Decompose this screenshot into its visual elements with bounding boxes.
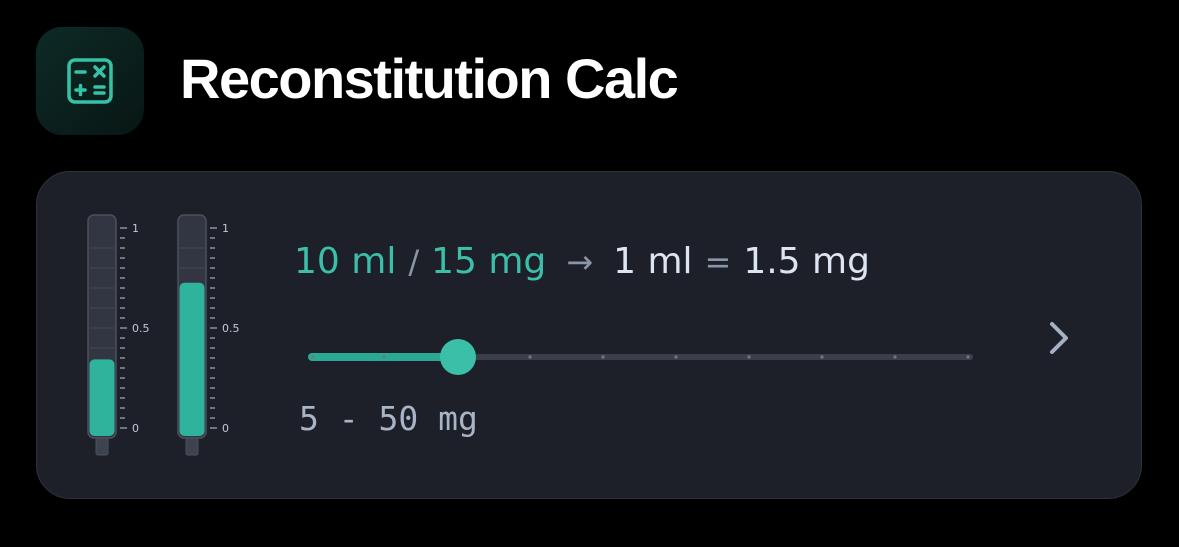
slider-thumb[interactable] xyxy=(440,339,476,375)
slider-tick xyxy=(820,355,824,359)
equals: = xyxy=(704,243,732,281)
volume-value: 10 ml xyxy=(294,241,397,282)
separator: / xyxy=(408,243,420,281)
unit-volume: 1 ml xyxy=(613,241,693,282)
scale-label: 0 xyxy=(132,422,139,435)
syringe-gauges: 10.50 10.50 xyxy=(87,214,240,456)
slider-tick xyxy=(747,355,751,359)
arrow-right-icon: → xyxy=(566,243,594,281)
syringe-2: 10.50 xyxy=(177,214,240,456)
concentration-formula: 10 ml / 15 mg → 1 ml = 1.5 mg xyxy=(294,241,870,282)
syringe-1: 10.50 xyxy=(87,214,150,456)
range-label: 5 - 50 mg xyxy=(299,399,478,438)
amount-value: 15 mg xyxy=(431,241,547,282)
scale-label: 0.5 xyxy=(132,322,150,335)
slider-tick xyxy=(528,355,532,359)
scale-label: 1 xyxy=(222,222,229,235)
scale-label: 1 xyxy=(132,222,139,235)
syringe-fill xyxy=(89,359,115,436)
concentration-value: 1.5 mg xyxy=(743,241,870,282)
syringe-plunger xyxy=(185,437,199,456)
slider-tick xyxy=(311,355,315,359)
slider-tick xyxy=(893,355,897,359)
scale-label: 0 xyxy=(222,422,229,435)
syringe-plunger xyxy=(95,437,109,456)
chevron-right-icon[interactable] xyxy=(1040,316,1080,360)
syringe-fill xyxy=(179,282,205,436)
slider-tick xyxy=(674,355,678,359)
amount-slider[interactable] xyxy=(308,337,973,377)
slider-tick xyxy=(382,355,386,359)
slider-tick xyxy=(601,355,605,359)
scale-label: 0.5 xyxy=(222,322,240,335)
slider-tick xyxy=(966,355,970,359)
